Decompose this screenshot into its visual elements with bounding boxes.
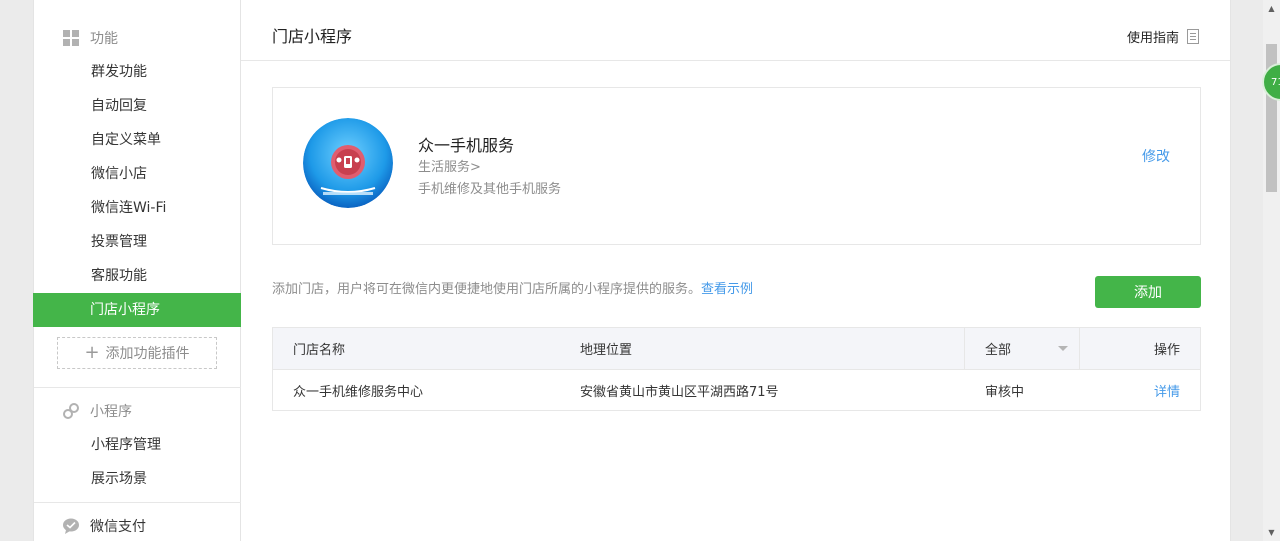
document-icon [1187, 29, 1199, 44]
scroll-up-arrow[interactable]: ▲ [1266, 3, 1277, 13]
store-logo [303, 118, 393, 208]
floating-badge-count: 71 [1271, 76, 1280, 88]
group-pay: 微信支付 [62, 516, 146, 536]
page-header: 门店小程序 使用指南 [241, 0, 1230, 61]
cell-location: 安徽省黄山市黄山区平湖西路71号 [580, 384, 779, 400]
store-card: 众一手机服务 生活服务> 手机维修及其他手机服务 修改 [272, 87, 1201, 245]
sidebar-item-display-scene[interactable]: 展示场景 [34, 462, 242, 496]
store-table: 门店名称 地理位置 全部 操作 众一手机维修服务中心 安徽省黄山市黄山区平湖西路… [272, 327, 1201, 411]
store-name: 众一手机服务 [418, 136, 515, 155]
cell-store-name: 众一手机维修服务中心 [293, 384, 424, 400]
header-location: 地理位置 [580, 343, 633, 358]
view-example-link[interactable]: 查看示例 [701, 282, 753, 297]
header-actions: 操作 [1153, 343, 1180, 358]
grid-icon [62, 29, 80, 47]
sidebar-divider-2 [34, 502, 241, 503]
header-store-name: 门店名称 [293, 343, 346, 358]
sidebar-divider [34, 387, 241, 388]
guide-label: 使用指南 [1126, 31, 1179, 46]
tip-label: 添加门店，用户将可在微信内更便捷地使用门店所属的小程序提供的服务。 [272, 282, 702, 297]
sidebar-item-mass-send[interactable]: 群发功能 [34, 55, 242, 89]
sidebar: 功能 群发功能 自动回复 自定义菜单 微信小店 微信连Wi-Fi 投票管理 客服… [33, 0, 242, 541]
add-plugin-button[interactable]: + 添加功能插件 [57, 337, 217, 369]
sidebar-item-customer-service[interactable]: 客服功能 [34, 259, 242, 293]
page-title: 门店小程序 [272, 27, 353, 46]
group-features-label: 功能 [90, 31, 118, 47]
group-miniprogram-label: 小程序 [90, 404, 132, 420]
link-icon [62, 402, 80, 420]
add-store-button[interactable]: 添加 [1095, 276, 1201, 308]
sidebar-item-wechat-shop[interactable]: 微信小店 [34, 157, 242, 191]
sidebar-item-auto-reply[interactable]: 自动回复 [34, 89, 242, 123]
sidebar-item-vote[interactable]: 投票管理 [34, 225, 242, 259]
table-header: 门店名称 地理位置 全部 操作 [273, 328, 1200, 370]
scroll-down-arrow[interactable]: ▼ [1266, 527, 1277, 537]
store-description: 手机维修及其他手机服务 [418, 182, 562, 197]
cell-status: 审核中 [985, 384, 1025, 400]
guide-link[interactable]: 使用指南 [1127, 27, 1199, 46]
sidebar-item-wifi[interactable]: 微信连Wi-Fi [34, 191, 242, 225]
detail-link[interactable]: 详情 [1080, 370, 1180, 410]
plus-icon: + [84, 342, 100, 363]
table-row: 众一手机维修服务中心 安徽省黄山市黄山区平湖西路71号 审核中 详情 [273, 370, 1200, 410]
group-features: 功能 [62, 28, 118, 48]
sidebar-item-custom-menu[interactable]: 自定义菜单 [34, 123, 242, 157]
edit-link[interactable]: 修改 [1142, 146, 1170, 166]
add-plugin-label: 添加功能插件 [105, 346, 190, 362]
group-miniprogram: 小程序 [62, 401, 132, 421]
sidebar-item-store-miniprogram[interactable]: 门店小程序 [33, 293, 242, 327]
chevron-down-icon [1058, 346, 1068, 351]
sidebar-item-miniprogram-manage[interactable]: 小程序管理 [34, 428, 242, 462]
status-filter-label: 全部 [985, 343, 1012, 358]
status-filter-dropdown[interactable]: 全部 [965, 328, 1079, 369]
wechat-pay-icon [62, 517, 80, 535]
store-category[interactable]: 生活服务> [418, 156, 481, 175]
tip-text: 添加门店，用户将可在微信内更便捷地使用门店所属的小程序提供的服务。查看示例 [272, 278, 753, 297]
main-panel: 门店小程序 使用指南 众一手机服务 生活服务> 手机维修及其他手机服务 修改 添… [241, 0, 1231, 541]
group-pay-label[interactable]: 微信支付 [90, 516, 146, 536]
